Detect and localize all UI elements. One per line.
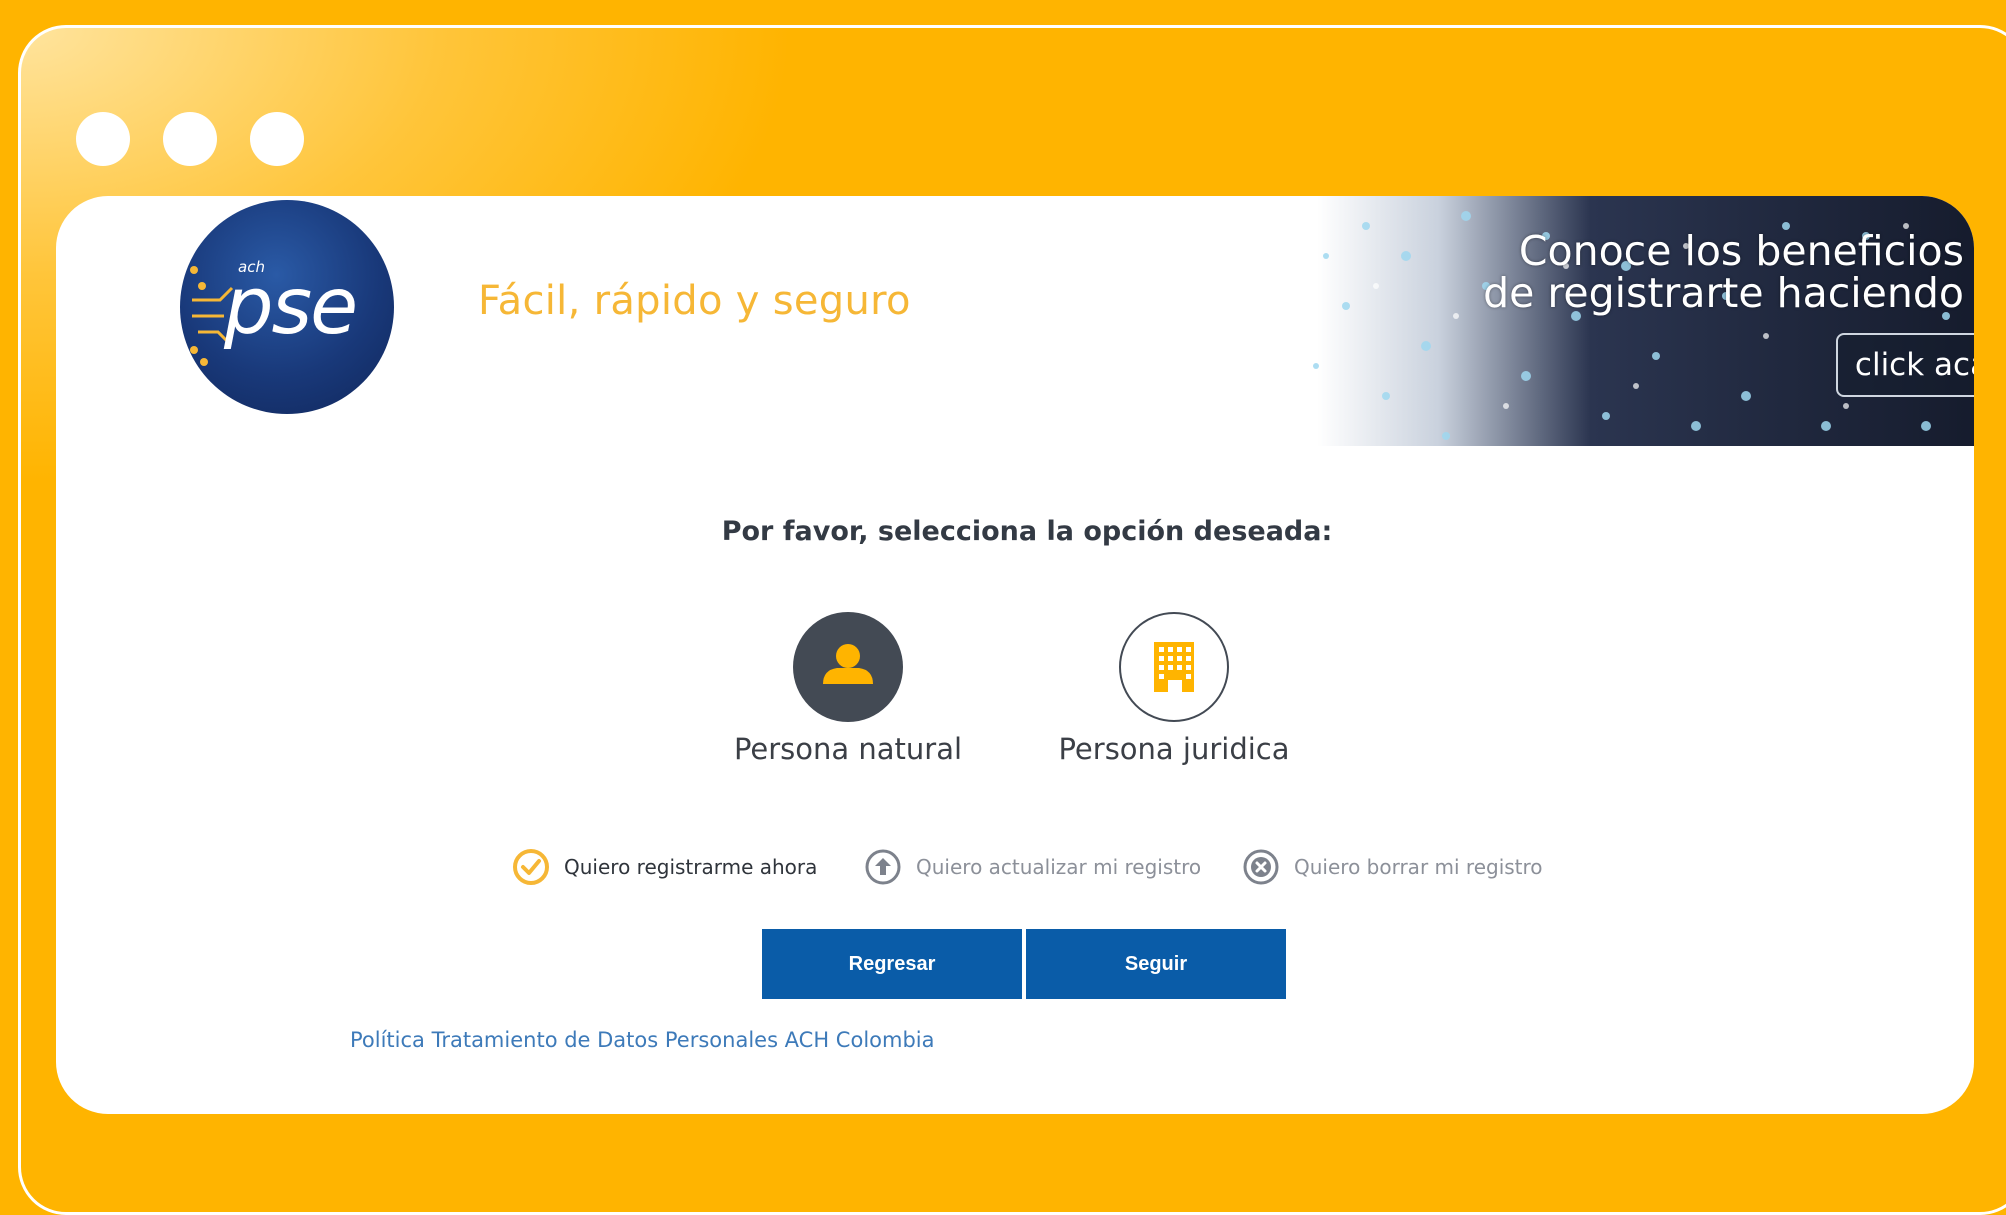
option-juridica-label: Persona juridica: [1058, 732, 1290, 766]
option-persona-juridica[interactable]: Persona juridica: [1044, 612, 1304, 766]
action-options: Quiero registrarme ahora Quiero actualiz…: [56, 844, 1974, 890]
action-update-label: Quiero actualizar mi registro: [916, 855, 1202, 879]
action-delete[interactable]: Quiero borrar mi registro: [1242, 844, 1543, 890]
promo-banner[interactable]: Conoce los beneficios de registrarte hac…: [1226, 196, 1974, 446]
banner-line-2: de registrarte haciendo: [1483, 269, 1964, 317]
next-button[interactable]: Seguir: [1026, 929, 1286, 999]
arrow-up-circle-icon: [865, 849, 901, 885]
privacy-policy-link[interactable]: Política Tratamiento de Datos Personales…: [350, 1028, 935, 1052]
logo-pse-text: pse: [224, 262, 358, 352]
action-update[interactable]: Quiero actualizar mi registro: [864, 844, 1201, 890]
content-panel: ach pse Fácil, rápido y seguro Conoce lo…: [56, 196, 1974, 1114]
option-natural-label: Persona natural: [733, 732, 963, 766]
banner-click-button[interactable]: click acá: [1836, 333, 1974, 397]
selection-prompt: Por favor, selecciona la opción deseada:: [721, 516, 1333, 547]
tagline: Fácil, rápido y seguro: [478, 278, 911, 324]
action-register[interactable]: Quiero registrarme ahora: [512, 844, 817, 890]
banner-headline: Conoce los beneficios de registrarte hac…: [1483, 230, 1964, 314]
window-dot-1: [76, 112, 130, 166]
option-juridica-circle[interactable]: [1119, 612, 1229, 722]
banner-line-1: Conoce los beneficios: [1518, 227, 1964, 275]
pse-logo: ach pse: [180, 200, 394, 414]
person-icon: [823, 644, 873, 684]
option-persona-natural[interactable]: Persona natural: [718, 612, 978, 766]
option-natural-circle[interactable]: [793, 612, 903, 722]
building-icon: [1154, 642, 1194, 692]
action-delete-label: Quiero borrar mi registro: [1294, 855, 1543, 879]
window-dot-3: [250, 112, 304, 166]
back-button[interactable]: Regresar: [762, 929, 1022, 999]
x-circle-icon: [1243, 849, 1279, 885]
check-circle-icon: [513, 849, 549, 885]
window-dot-2: [163, 112, 217, 166]
action-register-label: Quiero registrarme ahora: [564, 855, 818, 879]
